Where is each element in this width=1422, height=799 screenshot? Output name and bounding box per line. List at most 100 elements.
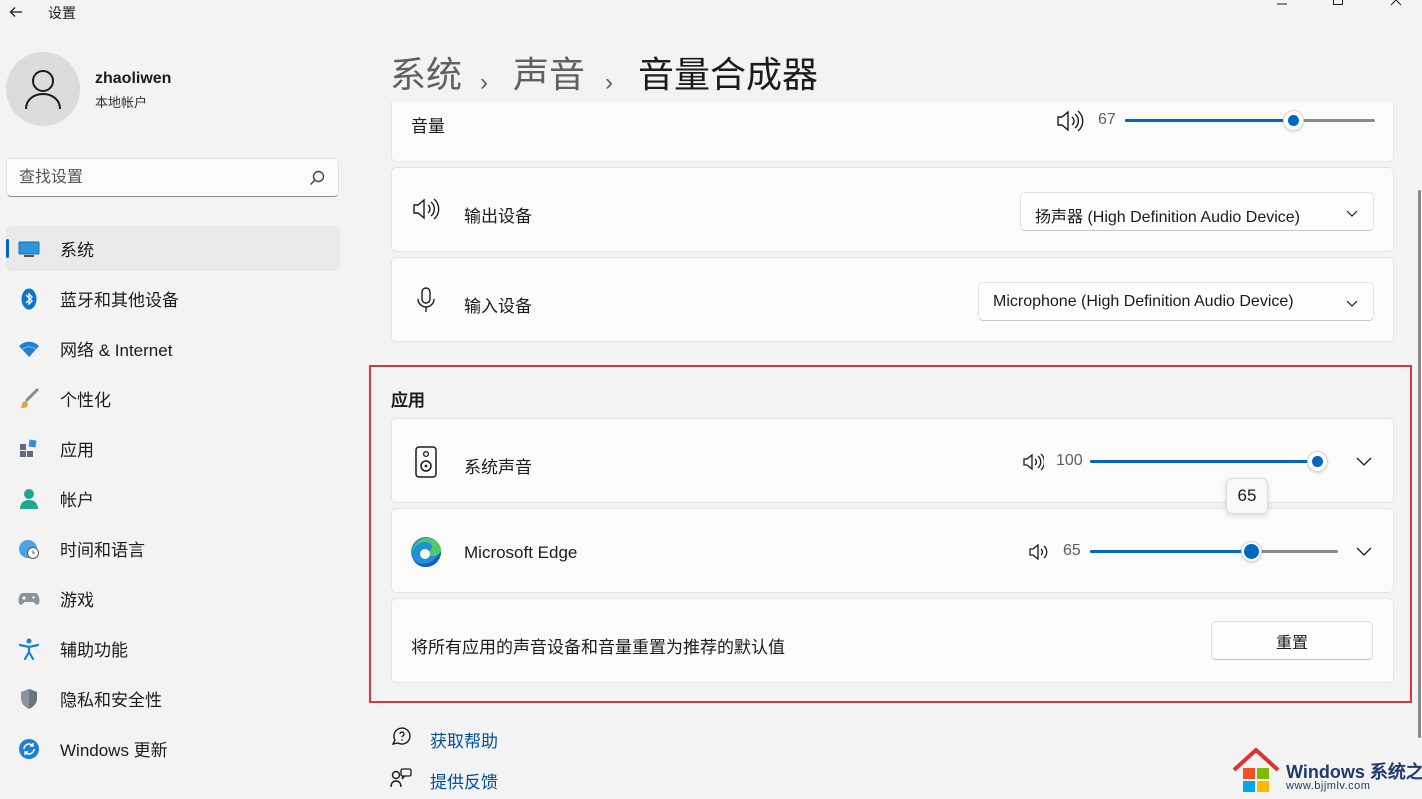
help-icon	[391, 727, 411, 745]
volume-value: 67	[1098, 111, 1116, 128]
speaker-icon[interactable]	[1056, 109, 1084, 133]
minimize-icon	[1277, 3, 1287, 5]
speaker-icon[interactable]	[1028, 541, 1050, 563]
system-sounds-icon	[415, 446, 437, 478]
sidebar-nav: 系统 蓝牙和其他设备 网络 & Internet 个性化 应用 帐户 时间和语言…	[6, 226, 340, 776]
update-icon	[18, 738, 40, 760]
output-device-label: 输出设备	[464, 207, 532, 226]
sidebar-item-accessibility[interactable]: 辅助功能	[6, 626, 340, 671]
house-logo-icon	[1232, 748, 1280, 792]
wifi-icon	[18, 338, 40, 360]
breadcrumb-item-system[interactable]: 系统	[390, 52, 462, 98]
slider-thumb[interactable]	[1283, 110, 1304, 131]
speaker-icon[interactable]	[1022, 451, 1044, 473]
sidebar-item-label: 网络 & Internet	[60, 341, 173, 360]
sidebar-item-gaming[interactable]: 游戏	[6, 576, 340, 621]
bluetooth-icon	[18, 288, 40, 310]
chevron-down-icon	[1346, 210, 1358, 217]
breadcrumb-separator-icon: ›	[605, 69, 613, 96]
search-input[interactable]	[19, 167, 299, 189]
sidebar-item-system[interactable]: 系统	[6, 226, 340, 271]
app-volume-slider[interactable]	[1090, 451, 1328, 472]
brush-icon	[18, 388, 40, 410]
sidebar-item-label: 应用	[60, 441, 94, 460]
master-volume-card: 音量 67	[391, 102, 1394, 162]
chevron-down-icon[interactable]	[1355, 542, 1373, 560]
reset-button[interactable]: 重置	[1211, 621, 1373, 660]
back-button[interactable]	[4, 0, 28, 24]
system-icon	[18, 238, 40, 260]
apps-section-title: 应用	[391, 391, 425, 410]
sidebar-item-accounts[interactable]: 帐户	[6, 476, 340, 521]
app-volume-slider[interactable]	[1090, 541, 1338, 562]
sidebar-item-label: 帐户	[60, 491, 94, 510]
sidebar-item-label: 隐私和安全性	[60, 691, 162, 710]
app-name: Microsoft Edge	[464, 543, 578, 562]
page-title: 音量合成器	[638, 54, 819, 95]
sidebar-item-label: Windows 更新	[60, 741, 168, 760]
sidebar-item-network[interactable]: 网络 & Internet	[6, 326, 340, 371]
output-device-card: 输出设备 扬声器 (High Definition Audio Device)	[391, 167, 1394, 252]
slider-thumb[interactable]	[1241, 541, 1262, 562]
minimize-button[interactable]	[1272, 0, 1292, 10]
sidebar-item-label: 游戏	[60, 591, 94, 610]
gamepad-icon	[18, 588, 40, 610]
maximize-button[interactable]	[1328, 0, 1348, 10]
feedback-icon	[390, 768, 412, 788]
sidebar-item-label: 蓝牙和其他设备	[60, 291, 179, 310]
search-box	[6, 158, 339, 197]
input-device-dropdown[interactable]: Microphone (High Definition Audio Device…	[978, 282, 1374, 321]
chevron-down-icon[interactable]	[1355, 452, 1373, 470]
volume-label: 音量	[411, 117, 445, 136]
app-title: 设置	[48, 5, 76, 21]
microphone-icon	[417, 287, 435, 312]
globe-clock-icon	[18, 538, 40, 560]
sidebar-item-time-language[interactable]: 时间和语言	[6, 526, 340, 571]
watermark: Windows 系统之家 www.bjjmlv.com	[1222, 742, 1422, 799]
master-volume-slider[interactable]	[1125, 110, 1375, 131]
output-device-dropdown[interactable]: 扬声器 (High Definition Audio Device)	[1020, 192, 1374, 231]
account-icon	[18, 488, 40, 510]
shield-icon	[18, 688, 40, 710]
sidebar-item-privacy[interactable]: 隐私和安全性	[6, 676, 340, 721]
app-name: 系统声音	[464, 458, 532, 477]
breadcrumb-separator-icon: ›	[480, 69, 488, 96]
user-name: zhaoliwen	[95, 70, 172, 87]
watermark-url: www.bjjmlv.com	[1286, 780, 1371, 792]
close-button[interactable]	[1386, 0, 1406, 10]
breadcrumb-item-sound[interactable]: 声音	[513, 52, 585, 98]
input-device-value: Microphone (High Definition Audio Device…	[993, 293, 1294, 310]
volume-tooltip: 65	[1226, 478, 1268, 514]
app-volume-value: 65	[1063, 542, 1081, 559]
scrollbar[interactable]	[1418, 190, 1421, 738]
sidebar-item-label: 时间和语言	[60, 541, 145, 560]
account-type: 本地帐户	[95, 95, 148, 110]
input-device-card: 输入设备 Microphone (High Definition Audio D…	[391, 257, 1394, 342]
feedback-link[interactable]: 提供反馈	[430, 768, 498, 793]
chevron-down-icon	[1346, 300, 1358, 307]
sidebar-item-windows-update[interactable]: Windows 更新	[6, 726, 340, 771]
close-icon	[1390, 0, 1402, 6]
slider-fill	[1090, 550, 1251, 553]
input-device-label: 输入设备	[464, 297, 532, 316]
accessibility-icon	[18, 638, 40, 660]
sidebar-item-label: 系统	[60, 241, 94, 260]
sidebar-item-label: 个性化	[60, 391, 111, 410]
get-help-link[interactable]: 获取帮助	[430, 727, 498, 752]
edge-icon	[411, 537, 441, 567]
avatar[interactable]	[6, 52, 80, 126]
apps-icon	[18, 438, 40, 460]
slider-thumb[interactable]	[1307, 451, 1328, 472]
maximize-icon	[1333, 0, 1343, 5]
sidebar-item-apps[interactable]: 应用	[6, 426, 340, 471]
search-icon[interactable]	[308, 169, 326, 187]
slider-fill	[1125, 119, 1293, 122]
sidebar-item-personalization[interactable]: 个性化	[6, 376, 340, 421]
sidebar-item-bluetooth[interactable]: 蓝牙和其他设备	[6, 276, 340, 321]
arrow-left-icon	[9, 7, 22, 17]
title-bar: 设置	[0, 0, 1422, 26]
slider-fill	[1090, 460, 1328, 463]
app-row-microsoft-edge: Microsoft Edge 65	[391, 508, 1394, 593]
speaker-icon	[413, 198, 440, 220]
reset-description: 将所有应用的声音设备和音量重置为推荐的默认值	[411, 638, 785, 657]
